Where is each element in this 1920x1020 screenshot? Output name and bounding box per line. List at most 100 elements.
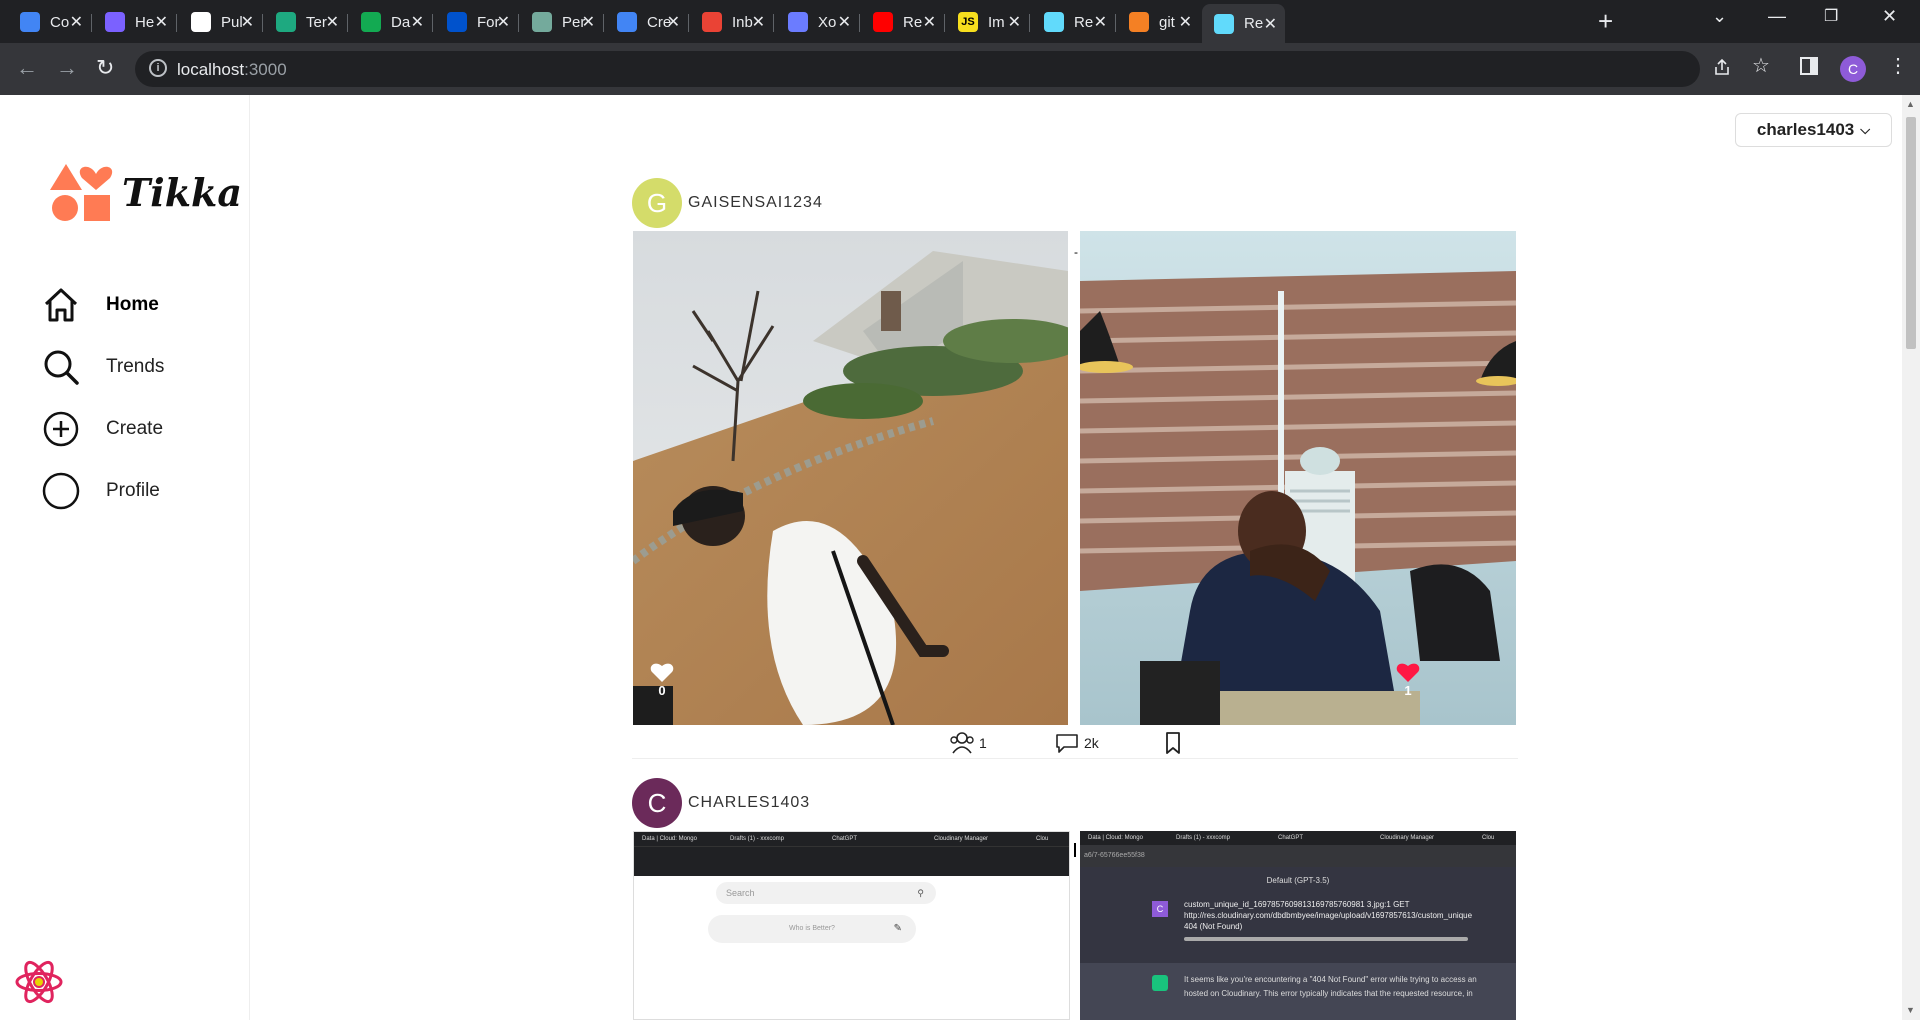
nav-home-label: Home bbox=[106, 294, 159, 315]
browser-tab[interactable]: Da ✕ bbox=[349, 8, 432, 36]
address-bar[interactable]: i localhost:3000 bbox=[135, 51, 1700, 87]
users-icon bbox=[950, 732, 974, 754]
close-tab-icon[interactable]: ✕ bbox=[1179, 12, 1192, 32]
close-tab-icon[interactable]: ✕ bbox=[923, 12, 936, 32]
browser-tab[interactable]: Re ✕ bbox=[1032, 8, 1115, 36]
reload-icon[interactable]: ↻ bbox=[96, 55, 114, 81]
close-tab-icon[interactable]: ✕ bbox=[497, 12, 510, 32]
post-username[interactable]: GAISENSAI1234 bbox=[688, 194, 823, 212]
tab-separator bbox=[1029, 14, 1030, 32]
tab-separator bbox=[91, 14, 92, 32]
browser-tab[interactable]: For ✕ bbox=[435, 8, 518, 36]
close-tab-icon[interactable]: ✕ bbox=[667, 12, 680, 32]
browser-tab[interactable]: Pul ✕ bbox=[179, 8, 262, 36]
browser-tab[interactable]: Re ✕ bbox=[1202, 4, 1285, 43]
scroll-down-arrow-icon[interactable]: ▼ bbox=[1906, 1005, 1915, 1015]
like-counter[interactable]: 0 bbox=[650, 661, 674, 698]
bookmark-star-icon[interactable]: ☆ bbox=[1752, 53, 1770, 78]
mini-tab: Drafts (1) - xxxcomp bbox=[730, 836, 785, 842]
mini-pencil-icon: ✎ bbox=[893, 923, 902, 934]
close-tab-icon[interactable]: ✕ bbox=[411, 12, 424, 32]
avatar[interactable]: C bbox=[632, 778, 682, 828]
nav-create[interactable]: Create bbox=[42, 409, 163, 449]
bookmark-button[interactable] bbox=[1160, 731, 1186, 755]
url-text[interactable]: localhost:3000 bbox=[177, 60, 287, 80]
chatgpt-icon bbox=[532, 12, 552, 32]
mini-text-line: 404 (Not Found) bbox=[1184, 922, 1243, 931]
close-tab-icon[interactable]: ✕ bbox=[1008, 12, 1021, 32]
mini-tab-strip: Data | Cloud: Mongo Drafts (1) - xxxcomp… bbox=[1080, 831, 1516, 845]
nav-profile[interactable]: Profile bbox=[42, 471, 160, 511]
tab-search-chevron-icon[interactable]: ⌄ bbox=[1712, 6, 1727, 27]
close-tab-icon[interactable]: ✕ bbox=[241, 12, 254, 32]
page-scrollbar[interactable]: ▲ ▼ bbox=[1902, 95, 1920, 1020]
mini-text-line: http://res.cloudinary.com/dbdbmbyee/imag… bbox=[1184, 911, 1473, 920]
nav-trends[interactable]: Trends bbox=[42, 347, 164, 387]
terminal-icon bbox=[276, 12, 296, 32]
nav-home[interactable]: Home bbox=[42, 285, 159, 325]
close-tab-icon[interactable]: ✕ bbox=[582, 12, 595, 32]
mini-user-avatar: C bbox=[1152, 901, 1168, 917]
post-header: G GAISENSAI1234 bbox=[632, 178, 823, 228]
orb-icon bbox=[788, 12, 808, 32]
mini-tab: ChatGPT bbox=[832, 836, 858, 842]
tikka-logo[interactable]: Tikka bbox=[48, 160, 242, 230]
post-photo[interactable]: Data | Cloud: Mongo Drafts (1) - xxxcomp… bbox=[633, 831, 1070, 1020]
back-arrow-icon[interactable]: ← bbox=[16, 55, 38, 81]
browser-tab[interactable]: He ✕ bbox=[93, 8, 176, 36]
browser-tab-strip: + ⌄ — ❐ ✕ Co ✕ He ✕ Pul ✕ Ter ✕ Da ✕ For ✕ Per ✕ Cre ✕ I… bbox=[0, 0, 1920, 43]
close-tab-icon[interactable]: ✕ bbox=[838, 12, 851, 32]
tab-separator bbox=[688, 14, 689, 32]
post-photo[interactable]: 0 bbox=[633, 231, 1068, 725]
tab-separator bbox=[603, 14, 604, 32]
comment-icon bbox=[1056, 734, 1078, 753]
close-tab-icon[interactable]: ✕ bbox=[326, 12, 339, 32]
post-username[interactable]: CHARLES1403 bbox=[688, 794, 810, 812]
browser-profile-avatar[interactable]: C bbox=[1840, 56, 1866, 82]
close-tab-icon[interactable]: ✕ bbox=[1094, 12, 1107, 32]
minimize-button[interactable]: — bbox=[1768, 6, 1786, 27]
close-tab-icon[interactable]: ✕ bbox=[1264, 14, 1277, 34]
followers-button[interactable]: 1 bbox=[949, 731, 987, 755]
browser-tab[interactable]: Cre ✕ bbox=[605, 8, 688, 36]
browser-tab[interactable]: git ✕ bbox=[1117, 8, 1200, 36]
new-tab-button[interactable]: + bbox=[1598, 6, 1613, 37]
browser-tab[interactable]: Xo ✕ bbox=[776, 8, 859, 36]
browser-tab[interactable]: Per ✕ bbox=[520, 8, 603, 36]
github-icon bbox=[191, 12, 211, 32]
close-tab-icon[interactable]: ✕ bbox=[155, 12, 168, 32]
post-photo[interactable]: 1 bbox=[1080, 231, 1516, 725]
browser-tab[interactable]: Inb ✕ bbox=[690, 8, 773, 36]
mini-tab-strip: Data | Cloud: Mongo Drafts (1) - xxxcomp… bbox=[634, 832, 1069, 846]
browser-tab[interactable]: Co ✕ bbox=[8, 8, 91, 36]
side-panel-icon[interactable] bbox=[1800, 57, 1818, 81]
sidebar: Tikka Home Trends Create Profile bbox=[0, 95, 250, 1020]
mini-tab: Cloudinary Manager bbox=[1380, 835, 1435, 841]
share-icon[interactable] bbox=[1712, 57, 1732, 83]
browser-tab[interactable]: Re ✕ bbox=[861, 8, 944, 36]
react-devtools-icon[interactable] bbox=[14, 957, 64, 1007]
mini-tab: Data | Cloud: Mongo bbox=[1088, 835, 1143, 841]
comments-button[interactable]: 2k bbox=[1054, 731, 1099, 755]
browser-tab[interactable]: JS Im ✕ bbox=[946, 8, 1029, 36]
kebab-menu-icon[interactable]: ⋮ bbox=[1888, 53, 1908, 78]
restore-button[interactable]: ❐ bbox=[1824, 6, 1838, 26]
scroll-up-arrow-icon[interactable]: ▲ bbox=[1906, 99, 1915, 109]
browser-tab[interactable]: Ter ✕ bbox=[264, 8, 347, 36]
post-photo[interactable]: Data | Cloud: Mongo Drafts (1) - xxxcomp… bbox=[1080, 831, 1516, 1020]
like-counter[interactable]: 1 bbox=[1396, 661, 1420, 698]
site-info-icon[interactable]: i bbox=[149, 59, 167, 77]
close-tab-icon[interactable]: ✕ bbox=[70, 12, 83, 32]
photo-indoor-image bbox=[1080, 231, 1516, 725]
like-count: 0 bbox=[658, 683, 666, 698]
user-menu-dropdown[interactable]: charles1403 ⌵ bbox=[1735, 113, 1892, 147]
mini-compose-input: Who is Better? ✎ bbox=[708, 915, 916, 943]
tab-separator bbox=[944, 14, 945, 32]
scrollbar-thumb[interactable] bbox=[1906, 117, 1916, 349]
forward-arrow-icon[interactable]: → bbox=[56, 55, 78, 81]
avatar[interactable]: G bbox=[632, 178, 682, 228]
mini-text-line: custom_unique_id_16978576098131697857609… bbox=[1184, 900, 1410, 909]
close-window-button[interactable]: ✕ bbox=[1882, 6, 1897, 27]
close-tab-icon[interactable]: ✕ bbox=[752, 12, 765, 32]
bookmark-icon bbox=[1166, 732, 1180, 754]
